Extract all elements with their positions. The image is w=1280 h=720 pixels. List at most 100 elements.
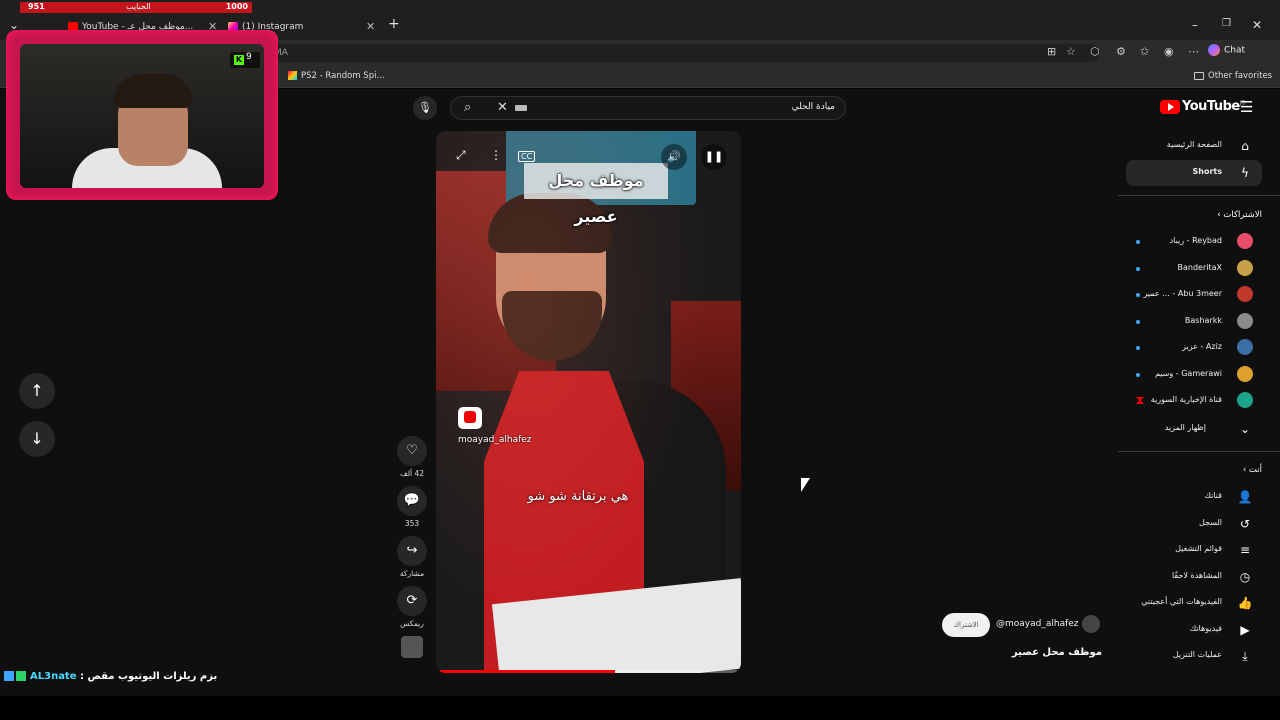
remix-button[interactable]: ⟳: [397, 586, 427, 616]
captions-icon[interactable]: CC: [518, 151, 536, 162]
video-overlay-title: موظف محل عصير: [524, 163, 668, 226]
previous-short-button[interactable]: ↑: [19, 373, 55, 409]
extension-icon[interactable]: ⬡: [1090, 45, 1100, 58]
streamer-webcam: K9: [6, 30, 278, 200]
video-progress-bar[interactable]: [440, 670, 737, 673]
arrow-up-icon: ↑: [30, 381, 44, 400]
favorite-star-icon[interactable]: ☆: [1066, 45, 1076, 58]
comments-button[interactable]: 💬: [397, 486, 427, 516]
other-favorites-button[interactable]: Other favorites: [1194, 71, 1272, 81]
bookmark-favicon-icon: [288, 71, 297, 80]
sidebar-subscription[interactable]: Basharkk: [1126, 309, 1262, 335]
video-channel-handle[interactable]: moayad_alhafez: [458, 435, 532, 445]
sidebar-you-item[interactable]: عمليات التنزيل ⤓: [1126, 643, 1262, 669]
clear-search-icon[interactable]: ✕: [497, 100, 508, 115]
youtube-logo[interactable]: YouTubeJO: [1160, 99, 1246, 114]
sidebar-show-more[interactable]: إظهار المزيد ⌄: [1126, 416, 1262, 442]
copilot-chat-button[interactable]: Chat: [1208, 44, 1245, 56]
app-available-icon[interactable]: ⊞: [1047, 45, 1056, 58]
sidebar-item-home[interactable]: الصفحة الرئيسية ⌂: [1126, 133, 1262, 159]
sidebar-subscription[interactable]: Aziz - عزيز: [1126, 335, 1262, 361]
subscribe-button[interactable]: الاشتراك: [942, 613, 990, 637]
menu-hamburger-icon[interactable]: ☰: [1240, 98, 1253, 116]
volume-button[interactable]: 🔊: [661, 144, 687, 170]
sidebar-you-item[interactable]: المشاهدة لاحقًا ◷: [1126, 564, 1262, 590]
bookmark-ps2[interactable]: PS2 - Random Spi...: [288, 71, 385, 81]
sidebar-subscription[interactable]: Gamerawi - وسيم: [1126, 362, 1262, 388]
sidebar-subscription[interactable]: BanderitaX: [1126, 256, 1262, 282]
comment-count: 353: [404, 519, 420, 528]
share-button[interactable]: ↪: [397, 536, 427, 566]
more-menu-icon[interactable]: ⋯: [1188, 45, 1199, 58]
sidebar-item-shorts[interactable]: Shorts ϟ: [1126, 160, 1262, 186]
video-progress-fill: [440, 670, 616, 673]
close-window-button[interactable]: ✕: [1252, 18, 1262, 32]
channel-avatar-icon: [1236, 392, 1254, 410]
audio-avatar[interactable]: [401, 636, 423, 658]
folder-icon: [1194, 71, 1204, 80]
profile-avatar-icon[interactable]: ◉: [1164, 45, 1174, 58]
chevron-down-icon: ⌄: [1239, 422, 1251, 436]
sidebar-subscription[interactable]: قناة الإخبارية السورية: [1126, 388, 1262, 414]
like-button[interactable]: ♡: [397, 436, 427, 466]
channel-avatar: [1237, 259, 1253, 276]
subscriptions-header[interactable]: الاشتراكات ›: [1217, 210, 1262, 220]
new-content-dot: [1136, 266, 1140, 271]
channel-avatar-icon: [1236, 259, 1254, 278]
arrow-down-icon: ↓: [30, 429, 44, 448]
sidebar-you-item[interactable]: قناتك 👤: [1126, 484, 1262, 510]
new-tab-button[interactable]: +: [388, 16, 400, 32]
comment-icon: 💬: [403, 493, 421, 508]
remix-label: ريمكس: [400, 619, 424, 628]
pause-button[interactable]: ❚❚: [701, 144, 727, 170]
close-tab-instagram-icon[interactable]: ✕: [366, 20, 375, 33]
new-content-dot: [1136, 319, 1140, 324]
channel-avatar-icon: [1236, 312, 1254, 331]
copilot-icon: [1208, 44, 1220, 56]
channel-handle[interactable]: @moayad_alhafez: [996, 619, 1079, 629]
new-content-dot: [1136, 372, 1140, 377]
short-video-player[interactable]: موظف محل عصير هي برتقانة شو شو moayad_al…: [436, 131, 741, 673]
more-options-icon[interactable]: ⋮: [490, 148, 502, 162]
you-header[interactable]: أنت ›: [1243, 465, 1262, 475]
new-content-dot: [1136, 346, 1140, 350]
search-box[interactable]: ⌕ ✕ ميادة الحلي: [450, 96, 846, 120]
new-content-dot: [1136, 293, 1140, 297]
sidebar-item-icon: ▶: [1240, 622, 1250, 637]
address-field[interactable]: MA: [270, 44, 1100, 62]
video-caption: هي برتقانة شو شو: [527, 489, 629, 504]
sidebar-item-icon: 👍: [1237, 596, 1253, 610]
sidebar-subscription[interactable]: Abu 3meer - ... عمير: [1126, 282, 1262, 308]
extensions-puzzle-icon[interactable]: ⚙: [1116, 45, 1126, 58]
search-icon[interactable]: ⌕: [464, 100, 471, 115]
sidebar-subscription[interactable]: Reybad - ريباد: [1126, 229, 1262, 255]
search-input[interactable]: ميادة الحلي: [792, 102, 835, 112]
sidebar-you-item[interactable]: فيديوهاتك ▶: [1126, 617, 1262, 643]
next-short-button[interactable]: ↓: [19, 421, 55, 457]
channel-avatar: [1237, 339, 1253, 355]
channel-avatar[interactable]: [1082, 615, 1100, 633]
video-title: موظف محل عصير: [1011, 647, 1102, 658]
chevron-left-icon: ›: [1242, 465, 1247, 475]
voice-search-button[interactable]: 🎙: [413, 96, 437, 120]
new-content-dot: [1136, 240, 1140, 244]
sidebar-you-item[interactable]: السجل ↺: [1126, 511, 1262, 537]
youtube-play-icon: [1160, 99, 1180, 114]
channel-logo-icon[interactable]: [458, 407, 482, 429]
channel-avatar: [1237, 286, 1253, 302]
favorites-icon[interactable]: ✩: [1140, 45, 1149, 58]
channel-avatar: [1237, 233, 1253, 249]
goal-target: 1000: [225, 2, 248, 11]
minimize-button[interactable]: –: [1192, 18, 1198, 32]
channel-avatar-icon: [1236, 286, 1254, 304]
fullscreen-icon[interactable]: ⤢: [456, 148, 466, 163]
chat-badges-icon: [4, 671, 26, 681]
home-icon: ⌂: [1241, 139, 1249, 153]
sidebar-you-item[interactable]: قوائم التشغيل ≡: [1126, 537, 1262, 563]
search-cursor-mark: [515, 105, 527, 111]
maximize-button[interactable]: ❐: [1222, 18, 1231, 29]
youtube-sidebar: YouTubeJO ☰ الصفحة الرئيسية ⌂ Shorts ϟ ا…: [1118, 89, 1280, 696]
mouse-cursor-icon: [801, 478, 810, 492]
sidebar-you-item[interactable]: الفيديوهات التي أعجبتني 👍: [1126, 590, 1262, 616]
sidebar-item-icon: ≡: [1239, 543, 1251, 557]
